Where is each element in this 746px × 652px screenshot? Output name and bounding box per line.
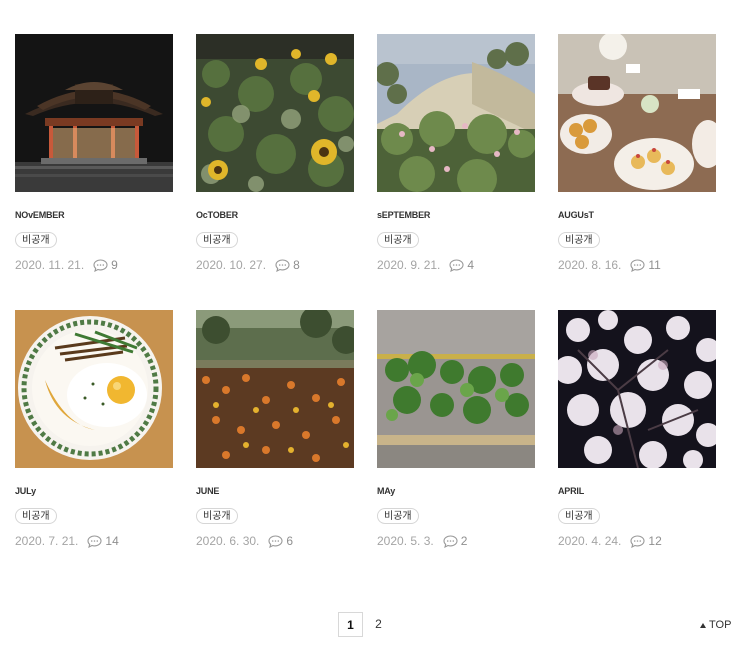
- post-thumbnail[interactable]: [377, 310, 535, 468]
- post-meta: 2020. 6. 30. 6: [196, 534, 293, 548]
- private-badge: 비공개: [196, 232, 238, 248]
- private-badge: 비공개: [377, 232, 419, 248]
- post-title[interactable]: APRIL: [558, 486, 584, 496]
- post-date: 2020. 4. 24.: [558, 534, 622, 548]
- post-thumbnail[interactable]: [196, 34, 354, 192]
- post-title[interactable]: JULy: [15, 486, 36, 496]
- private-badge: 비공개: [15, 232, 57, 248]
- post-title[interactable]: AUGUsT: [558, 210, 594, 220]
- comment-icon[interactable]: [630, 258, 645, 272]
- post-date: 2020. 5. 3.: [377, 534, 434, 548]
- post-card[interactable]: NOvEMBER 비공개 2020. 11. 21. 9: [15, 34, 173, 272]
- post-card[interactable]: JULy 비공개 2020. 7. 21. 14: [15, 310, 173, 548]
- post-date: 2020. 10. 27.: [196, 258, 267, 272]
- private-badge: 비공개: [196, 508, 238, 524]
- post-meta: 2020. 7. 21. 14: [15, 534, 119, 548]
- comment-icon[interactable]: [443, 534, 458, 548]
- post-card[interactable]: OcTOBER 비공개 2020. 10. 27. 8: [196, 34, 354, 272]
- post-meta: 2020. 10. 27. 8: [196, 258, 300, 272]
- comment-icon[interactable]: [630, 534, 645, 548]
- top-button[interactable]: TOP: [700, 619, 731, 631]
- post-meta: 2020. 9. 21. 4: [377, 258, 474, 272]
- pagination: 1 2: [338, 612, 394, 637]
- post-date: 2020. 8. 16.: [558, 258, 622, 272]
- comment-icon[interactable]: [449, 258, 464, 272]
- page-1-button[interactable]: 1: [338, 612, 363, 637]
- post-meta: 2020. 8. 16. 11: [558, 258, 661, 272]
- post-card[interactable]: MAy 비공개 2020. 5. 3. 2: [377, 310, 535, 548]
- post-date: 2020. 6. 30.: [196, 534, 260, 548]
- post-meta: 2020. 5. 3. 2: [377, 534, 467, 548]
- page-2-button[interactable]: 2: [366, 612, 391, 637]
- post-thumbnail[interactable]: [377, 34, 535, 192]
- post-title[interactable]: sEPTEMBER: [377, 210, 430, 220]
- post-date: 2020. 11. 21.: [15, 258, 85, 272]
- comment-count[interactable]: 14: [105, 534, 118, 548]
- comment-count[interactable]: 2: [461, 534, 468, 548]
- post-meta: 2020. 4. 24. 12: [558, 534, 662, 548]
- comment-count[interactable]: 4: [467, 258, 474, 272]
- post-date: 2020. 9. 21.: [377, 258, 441, 272]
- post-card[interactable]: APRIL 비공개 2020. 4. 24. 12: [558, 310, 716, 548]
- comment-count[interactable]: 6: [286, 534, 293, 548]
- post-date: 2020. 7. 21.: [15, 534, 79, 548]
- comment-icon[interactable]: [268, 534, 283, 548]
- post-title[interactable]: MAy: [377, 486, 395, 496]
- post-thumbnail[interactable]: [558, 310, 716, 468]
- post-title[interactable]: NOvEMBER: [15, 210, 65, 220]
- comment-count[interactable]: 9: [111, 258, 118, 272]
- post-thumbnail[interactable]: [15, 34, 173, 192]
- private-badge: 비공개: [558, 232, 600, 248]
- private-badge: 비공개: [377, 508, 419, 524]
- comment-icon[interactable]: [275, 258, 290, 272]
- post-thumbnail[interactable]: [15, 310, 173, 468]
- top-label: TOP: [709, 619, 732, 631]
- post-title[interactable]: JUNE: [196, 486, 219, 496]
- comment-count[interactable]: 12: [648, 534, 661, 548]
- post-card[interactable]: JUNE 비공개 2020. 6. 30. 6: [196, 310, 354, 548]
- post-title[interactable]: OcTOBER: [196, 210, 238, 220]
- post-meta: 2020. 11. 21. 9: [15, 258, 118, 272]
- post-thumbnail[interactable]: [196, 310, 354, 468]
- post-card[interactable]: sEPTEMBER 비공개 2020. 9. 21. 4: [377, 34, 535, 272]
- post-card[interactable]: AUGUsT 비공개 2020. 8. 16. 11: [558, 34, 716, 272]
- comment-icon[interactable]: [93, 258, 108, 272]
- comment-count[interactable]: 11: [648, 258, 660, 272]
- private-badge: 비공개: [15, 508, 57, 524]
- private-badge: 비공개: [558, 508, 600, 524]
- comment-icon[interactable]: [87, 534, 102, 548]
- comment-count[interactable]: 8: [293, 258, 300, 272]
- triangle-up-icon: [700, 622, 706, 628]
- post-thumbnail[interactable]: [558, 34, 716, 192]
